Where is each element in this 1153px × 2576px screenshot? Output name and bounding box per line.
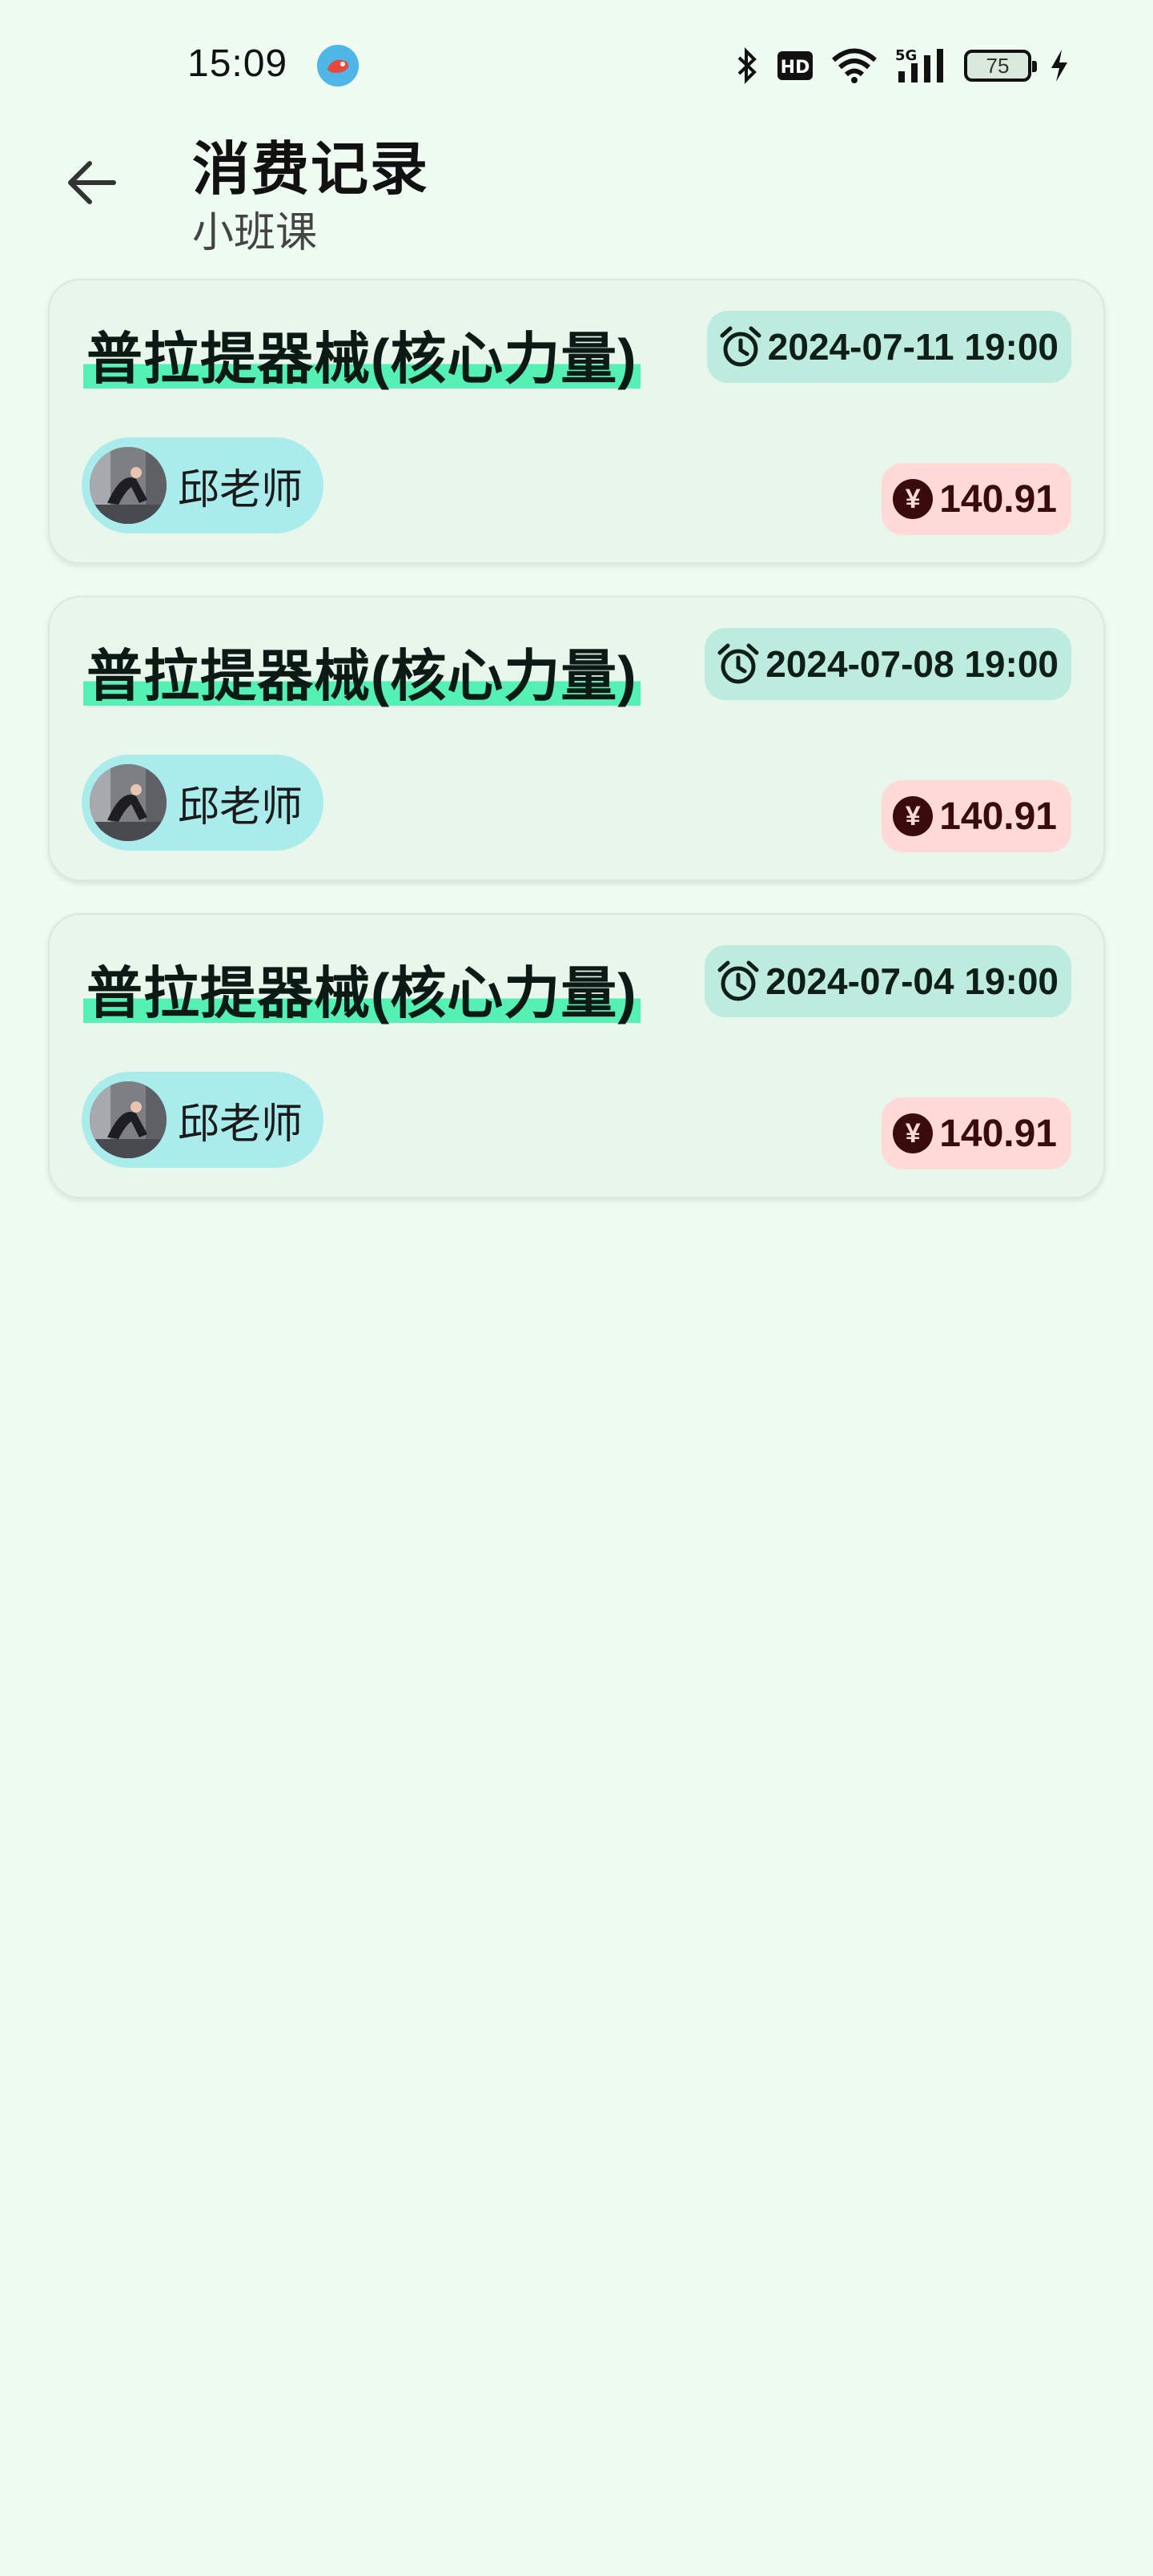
- price: 140.91: [939, 477, 1057, 521]
- teacher-name: 邱老师: [178, 783, 303, 831]
- record-time: 2024-07-08 19:00: [765, 643, 1059, 685]
- 5g-signal-icon: 5G: [895, 47, 946, 84]
- status-time: 15:09: [187, 42, 288, 85]
- time-chip: 2024-07-08 19:00: [705, 628, 1071, 700]
- course-name: 普拉提器械(核心力量): [83, 631, 641, 712]
- alarm-clock-icon: [717, 643, 759, 684]
- avatar: [90, 447, 167, 524]
- avatar: [90, 1081, 167, 1158]
- status-icons: HD 5G 75: [735, 43, 1070, 88]
- wifi-icon: [831, 48, 878, 83]
- teacher-chip[interactable]: 邱老师: [82, 437, 324, 533]
- arrow-left-icon: [68, 161, 116, 204]
- svg-text:HD: HD: [781, 58, 810, 78]
- record-time: 2024-07-04 19:00: [765, 960, 1059, 1002]
- battery-icon: 75: [964, 50, 1037, 82]
- time-chip: 2024-07-04 19:00: [705, 945, 1071, 1017]
- yen-icon: ¥: [893, 1113, 934, 1153]
- page-title: 消费记录: [192, 138, 430, 202]
- status-bar: 15:09 HD 5G 75: [0, 0, 1153, 128]
- record-time: 2024-07-11 19:00: [767, 326, 1059, 368]
- price-chip: ¥ 140.91: [882, 780, 1071, 852]
- yen-icon: ¥: [893, 479, 934, 519]
- record-card[interactable]: 普拉提器械(核心力量) 2024-07-08 19:00 邱老师 ¥ 140.9…: [48, 596, 1105, 881]
- page-subtitle: 小班课: [192, 210, 318, 256]
- svg-text:5G: 5G: [895, 47, 917, 64]
- app-notification-icon: [317, 45, 359, 87]
- record-card[interactable]: 普拉提器械(核心力量) 2024-07-11 19:00 邱老师 ¥ 140.9…: [48, 279, 1105, 564]
- teacher-chip[interactable]: 邱老师: [82, 755, 324, 851]
- price-chip: ¥ 140.91: [882, 1097, 1071, 1169]
- teacher-chip[interactable]: 邱老师: [82, 1072, 324, 1168]
- course-name: 普拉提器械(核心力量): [83, 314, 641, 395]
- hd-icon: HD: [777, 50, 814, 82]
- teacher-name: 邱老师: [178, 466, 303, 513]
- price-chip: ¥ 140.91: [882, 463, 1071, 535]
- price: 140.91: [939, 1112, 1057, 1155]
- price: 140.91: [939, 795, 1057, 838]
- yen-icon: ¥: [893, 796, 934, 836]
- charging-icon: [1049, 48, 1070, 83]
- records-list: 普拉提器械(核心力量) 2024-07-11 19:00 邱老师 ¥ 140.9…: [48, 279, 1105, 1230]
- bluetooth-icon: [735, 46, 759, 85]
- course-name: 普拉提器械(核心力量): [83, 948, 641, 1029]
- avatar: [90, 764, 167, 841]
- record-card[interactable]: 普拉提器械(核心力量) 2024-07-04 19:00 邱老师 ¥ 140.9…: [48, 913, 1105, 1198]
- alarm-clock-icon: [720, 326, 761, 367]
- back-button[interactable]: [51, 143, 131, 223]
- time-chip: 2024-07-11 19:00: [706, 311, 1071, 383]
- alarm-clock-icon: [717, 960, 759, 1001]
- teacher-name: 邱老师: [178, 1101, 303, 1148]
